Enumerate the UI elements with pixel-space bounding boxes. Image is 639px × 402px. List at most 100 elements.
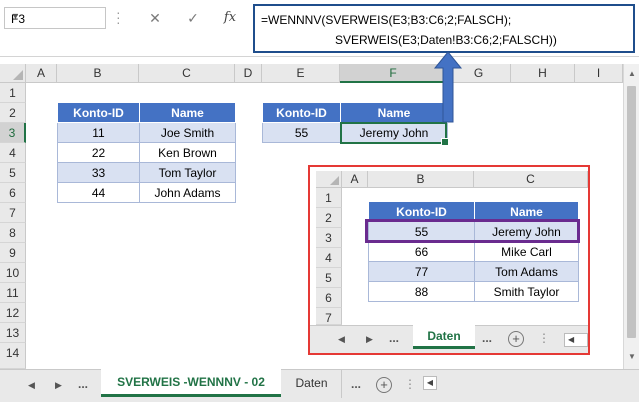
formula-input[interactable]: =WENNNV(SVERWEIS(E3;B3:C6;2;FALSCH); SVE… xyxy=(253,4,635,53)
row-header-6[interactable]: 6 xyxy=(0,183,26,203)
daten-sheet-inset: A B C 1 2 3 4 5 6 7 Konto-ID Name 55 Jer… xyxy=(308,165,590,355)
formula-line-2: SVERWEIS(E3;Daten!B3:C6;2;FALSCH)) xyxy=(335,33,557,47)
column-header-h[interactable]: H xyxy=(511,64,575,83)
annotation-arrow-icon xyxy=(433,52,463,123)
cell-c5[interactable]: Tom Taylor xyxy=(139,162,236,183)
scroll-up-icon[interactable]: ▲ xyxy=(628,69,636,78)
add-sheet-icon[interactable]: + xyxy=(376,377,392,393)
inset-cell-b5[interactable]: 77 xyxy=(368,261,475,282)
inset-cell-c3[interactable]: Jeremy John xyxy=(474,221,579,242)
inset-cell-c4[interactable]: Mike Carl xyxy=(474,241,579,262)
row-header-5[interactable]: 5 xyxy=(0,163,26,183)
table-row: 11 Joe Smith xyxy=(57,122,236,143)
inset-tab-daten[interactable]: Daten xyxy=(413,325,475,349)
table-row: 33 Tom Taylor xyxy=(57,162,236,183)
hscroll-left-icon[interactable]: ◀ xyxy=(423,376,437,390)
row-header-1[interactable]: 1 xyxy=(0,83,26,103)
cell-b6[interactable]: 44 xyxy=(57,182,140,203)
cell-b3[interactable]: 11 xyxy=(57,122,140,143)
inset-add-sheet-icon[interactable]: + xyxy=(508,331,524,347)
cancel-formula-button[interactable]: ✕ xyxy=(142,7,168,29)
scroll-tabs-left-icon[interactable]: ◀ xyxy=(28,380,35,391)
tab-splitter[interactable]: ⋮ xyxy=(404,377,416,391)
tabs-overflow-right[interactable]: ... xyxy=(351,377,361,391)
table-row: 66 Mike Carl xyxy=(368,241,579,262)
scroll-tabs-right-icon[interactable]: ▶ xyxy=(55,380,62,391)
tab-sverweis-wennnv-02[interactable]: SVERWEIS -WENNNV - 02 xyxy=(101,369,281,397)
insert-function-button[interactable]: fx xyxy=(217,7,243,29)
inset-tabs-overflow-right[interactable]: ... xyxy=(482,331,492,345)
inset-scroll-left-icon[interactable]: ◀ xyxy=(338,334,345,345)
column-header-i[interactable]: I xyxy=(575,64,623,83)
inset-row-header-2[interactable]: 2 xyxy=(316,208,342,228)
inset-cell-c5[interactable]: Tom Adams xyxy=(474,261,579,282)
row-header-9[interactable]: 9 xyxy=(0,243,26,263)
cell-c4[interactable]: Ken Brown xyxy=(139,142,236,163)
row-header-7[interactable]: 7 xyxy=(0,203,26,223)
column-header-a[interactable]: A xyxy=(26,64,57,83)
column-header-c[interactable]: C xyxy=(139,64,235,83)
scroll-down-icon[interactable]: ▼ xyxy=(628,352,636,361)
cell-c3[interactable]: Joe Smith xyxy=(139,122,236,143)
vertical-scrollbar[interactable]: ▲ ▼ xyxy=(623,64,639,369)
row-header-3[interactable]: 3 xyxy=(0,123,26,143)
inset-select-all-corner[interactable] xyxy=(316,171,342,188)
table-header-row: Konto-ID Name xyxy=(262,102,448,123)
lookup-table: Konto-ID Name 55 Jeremy John xyxy=(262,102,448,143)
inset-row-header-4[interactable]: 4 xyxy=(316,248,342,268)
table-row: 88 Smith Taylor xyxy=(368,281,579,302)
header-name[interactable]: Name xyxy=(139,102,236,123)
column-header-f[interactable]: F xyxy=(340,64,447,83)
inset-row-header-3[interactable]: 3 xyxy=(316,228,342,248)
select-all-corner[interactable] xyxy=(0,64,26,83)
header-konto-id[interactable]: Konto-ID xyxy=(368,201,475,222)
row-header-13[interactable]: 13 xyxy=(0,323,26,343)
tabs-overflow-left[interactable]: ... xyxy=(78,377,88,391)
inset-data-table: Konto-ID Name 55 Jeremy John 66 Mike Car… xyxy=(368,201,579,302)
inset-column-header-a[interactable]: A xyxy=(342,171,368,188)
inset-horizontal-scrollbar[interactable]: ◀ xyxy=(564,333,588,347)
header-konto-id[interactable]: Konto-ID xyxy=(57,102,140,123)
inset-row-header-5[interactable]: 5 xyxy=(316,268,342,288)
scroll-thumb[interactable] xyxy=(627,86,636,338)
cell-c6[interactable]: John Adams xyxy=(139,182,236,203)
inset-row-header-6[interactable]: 6 xyxy=(316,288,342,308)
row-header-11[interactable]: 11 xyxy=(0,283,26,303)
cell-b5[interactable]: 33 xyxy=(57,162,140,183)
column-header-d[interactable]: D xyxy=(235,64,262,83)
header-konto-id[interactable]: Konto-ID xyxy=(262,102,341,123)
tab-daten[interactable]: Daten xyxy=(282,370,342,398)
cell-e3[interactable]: 55 xyxy=(262,122,341,143)
inset-scroll-right-icon[interactable]: ▶ xyxy=(366,334,373,345)
inset-column-header-c[interactable]: C xyxy=(474,171,588,188)
row-header-8[interactable]: 8 xyxy=(0,223,26,243)
inset-sheet-tab-bar: ◀ ▶ ... Daten ... + ⋮ ◀ xyxy=(310,325,588,353)
chevron-down-icon[interactable]: ▼ xyxy=(11,11,101,21)
row-header-12[interactable]: 12 xyxy=(0,303,26,323)
column-header-b[interactable]: B xyxy=(57,64,139,83)
name-box[interactable]: F3 ▼ xyxy=(4,7,106,29)
confirm-formula-button[interactable]: ✓ xyxy=(180,7,206,29)
row-header-4[interactable]: 4 xyxy=(0,143,26,163)
inset-cell-c6[interactable]: Smith Taylor xyxy=(474,281,579,302)
row-header-14[interactable]: 14 xyxy=(0,343,26,369)
inset-column-header-b[interactable]: B xyxy=(368,171,474,188)
drag-handle-icon[interactable]: · · · xyxy=(116,5,121,29)
inset-cell-b4[interactable]: 66 xyxy=(368,241,475,262)
inset-tabs-overflow-left[interactable]: ... xyxy=(389,331,399,345)
inset-row-header-7[interactable]: 7 xyxy=(316,308,342,325)
inset-tab-splitter[interactable]: ⋮ xyxy=(538,331,550,345)
header-name[interactable]: Name xyxy=(474,201,579,222)
column-header-e[interactable]: E xyxy=(262,64,340,83)
inset-cell-b3[interactable]: 55 xyxy=(368,221,475,242)
inset-row-header-1[interactable]: 1 xyxy=(316,188,342,208)
header-name[interactable]: Name xyxy=(340,102,448,123)
formula-line-1: =WENNNV(SVERWEIS(E3;B3:C6;2;FALSCH); xyxy=(261,13,512,27)
cell-f3[interactable]: Jeremy John xyxy=(340,122,448,143)
inset-scroll-left-small-icon[interactable]: ◀ xyxy=(568,335,574,344)
cell-b4[interactable]: 22 xyxy=(57,142,140,163)
inset-cell-b6[interactable]: 88 xyxy=(368,281,475,302)
main-data-table: Konto-ID Name 11 Joe Smith 22 Ken Brown … xyxy=(57,102,236,203)
row-header-2[interactable]: 2 xyxy=(0,103,26,123)
row-header-10[interactable]: 10 xyxy=(0,263,26,283)
